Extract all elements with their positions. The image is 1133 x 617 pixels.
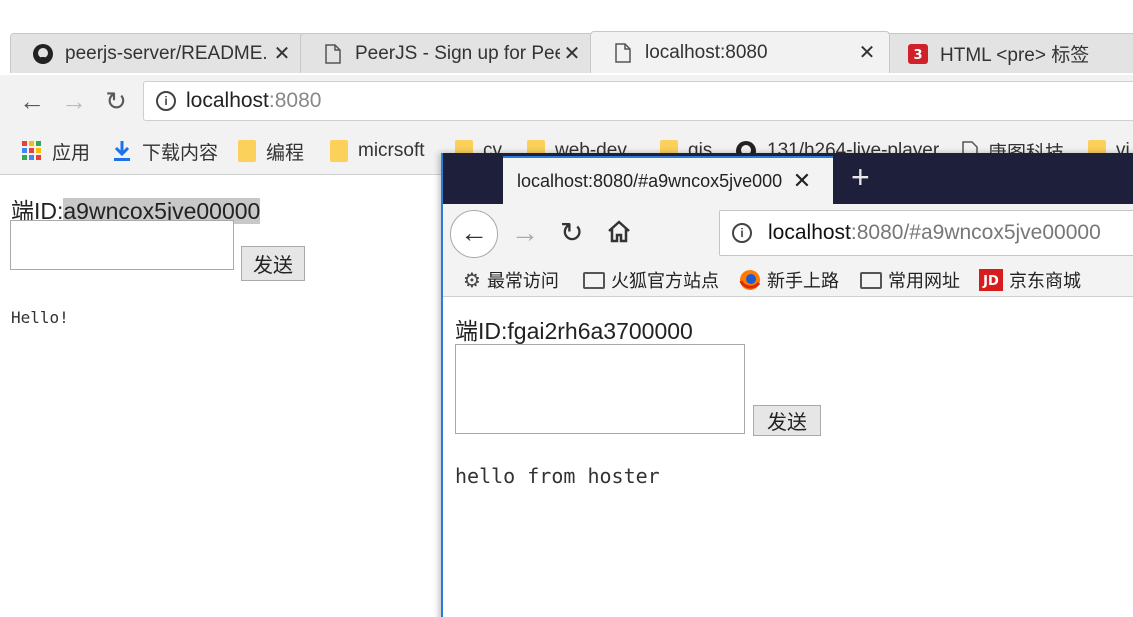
firefox-address-bar[interactable]: i localhost:8080/#a9wncox5jve00000 <box>719 210 1133 256</box>
bookmark-most-visited[interactable]: ⚙ 最常访问 <box>463 267 559 293</box>
forward-button[interactable]: → <box>511 218 539 248</box>
bookmark-jd[interactable]: JD 京东商城 <box>979 267 1081 293</box>
message-textarea[interactable] <box>10 220 234 270</box>
new-tab-icon[interactable]: + <box>851 161 870 193</box>
firefox-bookmarks-bar: ⚙ 最常访问 火狐官方站点 新手上路 常用网址 JD 京东商城 <box>443 263 1133 297</box>
bookmark-label: 新手上路 <box>767 271 839 291</box>
bookmark-label: 应用 <box>52 142 91 164</box>
bookmark-label: 最常访问 <box>486 271 559 291</box>
bookmark-firefox-official[interactable]: 火狐官方站点 <box>583 267 719 293</box>
bookmark-label: 火狐官方站点 <box>611 271 719 291</box>
svg-text:3: 3 <box>913 48 922 63</box>
bookmark-label: 编程 <box>266 142 305 164</box>
firefox-toolbar: ← → ↻ i localhost:8080/#a9wncox5jve00000 <box>443 204 1133 263</box>
folder-icon <box>330 140 348 162</box>
close-icon[interactable]: ✕ <box>787 168 817 194</box>
w3school-icon: 3 <box>906 42 930 66</box>
tab-title: PeerJS - Sign up for Pee <box>355 42 560 64</box>
chrome-address-bar[interactable]: i localhost:8080 <box>143 81 1133 121</box>
bookmark-apps[interactable]: 应用 <box>22 137 90 165</box>
svg-text:JD: JD <box>982 274 999 289</box>
received-message: hello from hoster <box>455 464 660 488</box>
firefox-tab-bar: localhost:8080/#a9wncox5jve000 ✕ + <box>443 153 1133 204</box>
back-button[interactable]: ← <box>18 87 46 115</box>
gear-icon: ⚙ <box>463 269 481 292</box>
message-textarea[interactable] <box>455 344 745 434</box>
page-icon <box>321 42 345 66</box>
info-icon[interactable]: i <box>732 223 752 243</box>
back-button[interactable]: ← <box>450 210 498 258</box>
firefox-icon <box>739 269 761 291</box>
tab-title: HTML <pre> 标签 <box>940 45 1090 66</box>
chrome-tab-strip: peerjs-server/README. ✕ PeerJS - Sign up… <box>0 0 1133 75</box>
bookmark-common-sites[interactable]: 常用网址 <box>860 267 960 293</box>
bookmark-label: 常用网址 <box>888 271 960 291</box>
url-text: localhost:8080 <box>186 89 322 112</box>
forward-button[interactable]: → <box>60 87 88 115</box>
tab-title: localhost:8080 <box>645 41 768 63</box>
bookmark-folder-programming[interactable]: 编程 <box>238 137 304 165</box>
tab-title: peerjs-server/README. <box>65 42 268 64</box>
peer-id-value: fgai2rh6a3700000 <box>507 318 693 344</box>
chrome-tab-html-pre[interactable]: 3 HTML <pre> 标签 <box>885 33 1133 73</box>
info-icon[interactable]: i <box>156 91 176 111</box>
page-icon <box>611 41 635 65</box>
bookmark-getting-started[interactable]: 新手上路 <box>739 267 839 293</box>
home-icon <box>608 220 630 243</box>
chrome-tab-peerjs-signup[interactable]: PeerJS - Sign up for Pee ✕ <box>300 33 595 73</box>
received-message: Hello! <box>11 308 69 327</box>
bookmark-folder-micrsoft[interactable]: micrsoft <box>330 137 425 165</box>
bookmark-label: 京东商城 <box>1009 271 1081 291</box>
download-icon <box>112 140 132 162</box>
folder-icon <box>860 271 882 289</box>
send-button[interactable]: 发送 <box>241 246 305 281</box>
bookmark-label: micrsoft <box>358 140 425 161</box>
folder-icon <box>238 140 256 162</box>
url-text: localhost:8080/#a9wncox5jve00000 <box>768 221 1101 244</box>
send-button[interactable]: 发送 <box>753 405 821 436</box>
chrome-tab-localhost[interactable]: localhost:8080 ✕ <box>590 31 890 73</box>
reload-button[interactable]: ↻ <box>102 87 130 115</box>
chrome-tab-peerjs-server[interactable]: peerjs-server/README. ✕ <box>10 33 305 73</box>
github-icon <box>31 42 55 66</box>
firefox-page-content: 端ID:fgai2rh6a3700000 发送 hello from hoste… <box>443 298 1133 617</box>
apps-icon <box>22 141 42 161</box>
firefox-tab-localhost[interactable]: localhost:8080/#a9wncox5jve000 ✕ <box>503 156 833 204</box>
jd-icon: JD <box>979 269 1003 291</box>
close-icon[interactable]: ✕ <box>270 41 294 66</box>
tab-title: localhost:8080/#a9wncox5jve000 <box>517 170 783 191</box>
close-icon[interactable]: ✕ <box>855 40 879 65</box>
peer-id-label: 端ID:fgai2rh6a3700000 <box>455 318 693 344</box>
chrome-toolbar: ← → ↻ i localhost:8080 <box>0 75 1133 127</box>
reload-button[interactable]: ↻ <box>560 218 583 248</box>
home-button[interactable] <box>606 218 632 250</box>
folder-icon <box>583 271 605 289</box>
bookmark-label: 下载内容 <box>142 142 219 164</box>
firefox-window: localhost:8080/#a9wncox5jve000 ✕ + ← → ↻… <box>441 153 1133 617</box>
close-icon[interactable]: ✕ <box>560 41 584 66</box>
bookmark-downloads[interactable]: 下载内容 <box>112 137 218 165</box>
